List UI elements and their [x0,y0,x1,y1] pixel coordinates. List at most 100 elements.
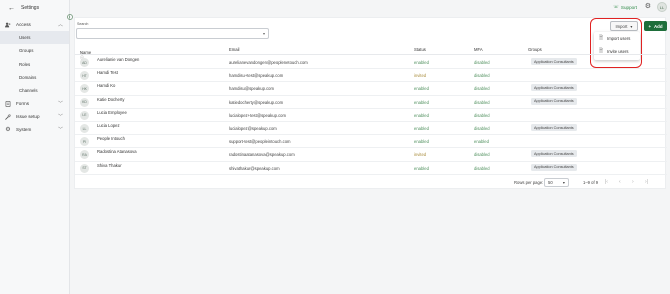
user-name[interactable]: Hamdi Ko [97,83,115,88]
user-email: aurelianevandongen@peoplenetouch.com [229,60,308,65]
sidebar-section-label: Issue setup [16,114,40,120]
user-name[interactable]: Lucia Employee [97,110,127,115]
status-badge: enabled [414,139,429,145]
avatar: HK [80,84,89,94]
sidebar-section-issue-setup[interactable]: Issue setup ﹀ [0,110,69,123]
avatar: AD [80,58,89,67]
table-header: Name ↑ ⓘ Email Status MFA Groups [75,44,667,60]
column-header-email[interactable]: Email [229,47,239,52]
avatar: ST [80,163,89,173]
sidebar-section-label: System [16,127,32,133]
avatar: PI [80,137,89,147]
user-name[interactable]: Lucia Lopez [97,123,120,128]
last-page-icon[interactable]: ›| [645,179,648,185]
user-name[interactable]: Shiva Thakur [97,163,122,168]
column-header-mfa[interactable]: MFA [474,47,483,52]
mfa-status: disabled [474,126,490,131]
arrow-left-icon[interactable]: ← [8,5,15,12]
chevron-down-icon[interactable]: ﹀ [58,113,63,120]
users-icon [5,22,11,28]
group-chip[interactable]: Application Consultants [531,163,577,171]
rows-per-page-select[interactable]: 50 ▾ [544,178,569,187]
mfa-status: disabled [474,112,490,118]
search-label: Search [77,22,89,26]
add-user-button[interactable]: + Add [644,21,667,31]
table-row[interactable]: KD Katie Docherty katiedocherty@speakup.co… [75,96,667,109]
user-email: hamdisu@speakup.com [229,86,274,92]
status-badge: enabled [414,112,429,118]
add-button-label: Add [654,23,663,29]
sidebar-item-users[interactable]: Users [0,31,69,45]
sidebar-section-label: Access [16,22,31,27]
mfa-status: disabled [474,152,490,158]
status-badge: invited [414,73,427,79]
user-email: support-test@peopleintouch.com [229,139,291,145]
previous-page-icon[interactable]: ‹ [619,179,621,185]
avatar: KD [80,97,89,107]
mfa-status: enabled [474,139,489,145]
user-email: katiedocherty@speakup.com [229,99,284,105]
chevron-down-icon[interactable]: ▾ [263,31,265,36]
table-row[interactable]: AD Aurelianie van Dongen aurelianevandonge… [75,56,667,70]
topbar: ☏ Support ⚙ LL [67,0,670,20]
chevron-down-icon[interactable]: ﹀ [58,100,63,107]
group-chip[interactable]: Application Consultants [531,58,577,65]
headset-icon: ☏ [613,4,619,9]
users-panel: Search ▾ Import ▾ + Add 🗎 Import users 🗎… [74,17,667,190]
avatar: HT [80,71,89,81]
table-row[interactable]: RA Radostina Atanasova radostinaatanasova@… [75,148,667,162]
user-name[interactable]: Radostina Atanasova [97,149,137,154]
sidebar-section-forms[interactable]: Forms ﹀ [0,97,69,110]
user-name[interactable]: People Intouch [97,136,125,141]
mfa-status: disabled [474,60,490,65]
table-row[interactable]: LL Lucia Lopez lucialopez@speakup.com enabl… [75,122,667,136]
rows-per-page-label: Rows per page: [514,180,544,185]
pagination: Rows per page: 50 ▾ 1–9 of 9 |‹ ‹ › ›| [75,178,667,190]
rows-per-page-value: 50 [548,180,553,185]
column-header-groups[interactable]: Groups [528,47,542,52]
user-email: lucialopez@speakup.com [229,126,277,131]
status-badge: enabled [414,126,429,131]
table-row[interactable]: HT Hamdi Test hamdisu+test@speakup.com invi… [75,69,667,83]
table-row[interactable]: ST Shiva Thakur shivathakur@speakup.com ena… [75,162,667,175]
user-name[interactable]: Hamdi Test [97,70,118,75]
document-icon [5,100,11,107]
group-chip[interactable]: Application Consultants [531,84,577,92]
support-link[interactable]: ☏ Support [613,4,637,10]
first-page-icon[interactable]: |‹ [605,179,608,185]
user-name[interactable]: Katie Docherty [97,97,124,102]
group-chip[interactable]: Application Consultants [531,150,577,158]
sidebar-item-channels[interactable]: Channels [0,84,69,97]
collapse-sidebar-icon[interactable] [66,13,74,21]
table-row[interactable]: LE Lucia Employee lucialopez+test@speakup.… [75,109,667,122]
settings-gear-icon[interactable]: ⚙ [645,3,651,10]
sidebar-item-roles[interactable]: Roles [0,58,69,71]
sidebar-item-groups[interactable]: Groups [0,44,69,57]
group-chip[interactable]: Application Consultants [531,97,577,105]
chevron-down-icon[interactable]: ﹀ [58,126,63,133]
search-input[interactable]: ▾ [76,28,269,39]
sidebar-section-label: Forms [16,101,30,107]
sidebar: ← Settings Access ︿ Users Groups Roles D… [0,0,70,294]
status-badge: enabled [414,165,429,171]
next-page-icon[interactable]: › [632,179,634,185]
settings-back[interactable]: ← Settings [0,0,69,16]
mfa-status: disabled [474,165,490,171]
chevron-up-icon[interactable]: ︿ [58,21,63,28]
gear-icon: ⚙ [5,127,11,134]
column-header-status[interactable]: Status [414,47,426,52]
mfa-status: disabled [474,99,490,105]
status-badge: enabled [414,99,429,105]
avatar: LE [80,110,89,120]
status-badge: enabled [414,60,429,65]
table-row[interactable]: HK Hamdi Ko hamdisu@speakup.com enabled disa… [75,82,667,96]
user-name[interactable]: Aurelianie van Dongen [97,57,139,62]
group-chip[interactable]: Application Consultants [531,124,577,131]
sidebar-section-access[interactable]: Access ︿ [0,18,69,31]
sidebar-item-domains[interactable]: Domains [0,71,69,84]
sidebar-section-system[interactable]: ⚙ System ﹀ [0,123,69,136]
user-avatar[interactable]: LL [657,2,667,12]
table-row[interactable]: PI People Intouch support-test@peopleintou… [75,135,667,149]
status-badge: invited [414,152,427,158]
avatar: LL [80,124,89,133]
